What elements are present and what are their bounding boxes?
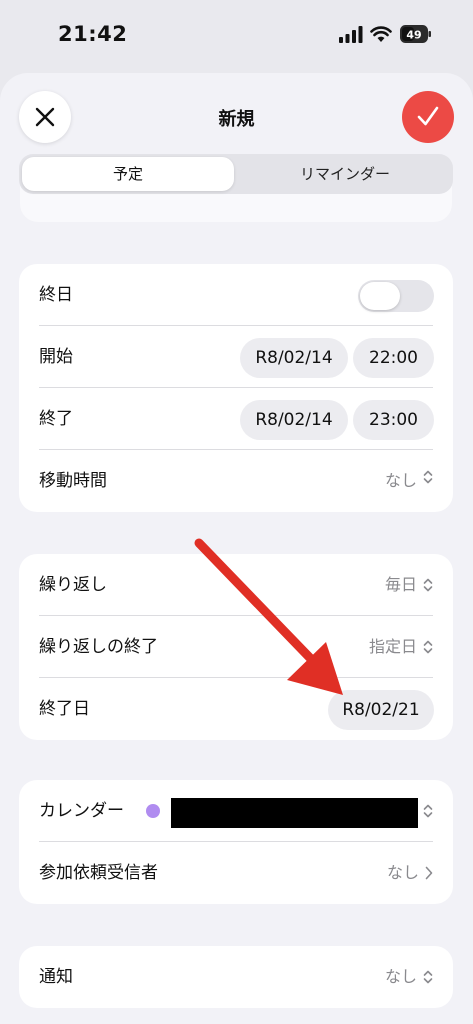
end-date-button[interactable]: R8/02/14 [240, 400, 348, 440]
alert-card: 通知 なし [19, 946, 453, 1008]
end-date-row: 終了日 R8/02/21 [19, 678, 453, 740]
repeat-end-row[interactable]: 繰り返しの終了 指定日 [19, 616, 453, 678]
end-date-label: 終了日 [39, 699, 90, 719]
wifi-icon [370, 26, 392, 42]
allday-label: 終日 [39, 285, 73, 305]
segment-event[interactable]: 予定 [22, 157, 234, 191]
repeat-card: 繰り返し 毎日 繰り返しの終了 指定日 終了日 R8/02/21 [19, 554, 453, 740]
repeat-end-text: 指定日 [368, 637, 417, 656]
calendar-label: カレンダー [39, 801, 124, 821]
calendar-row[interactable]: カレンダー [19, 780, 453, 842]
travel-time-text: なし [384, 471, 417, 490]
repeat-end-label: 繰り返しの終了 [39, 637, 158, 657]
calendar-card: カレンダー 参加依頼受信者 なし [19, 780, 453, 904]
repeat-row[interactable]: 繰り返し 毎日 [19, 554, 453, 616]
allday-toggle[interactable] [358, 280, 434, 312]
chevron-up-down-icon [423, 970, 433, 984]
status-bar: 21:42 49 [0, 0, 473, 70]
repeat-label: 繰り返し [39, 575, 107, 595]
chevron-up-down-icon [423, 804, 433, 818]
repeat-value[interactable]: 毎日 [385, 554, 433, 616]
alert-row[interactable]: 通知 なし [19, 946, 453, 1008]
chevron-up-down-icon [423, 578, 433, 592]
end-label: 終了 [39, 409, 73, 429]
start-date-button[interactable]: R8/02/14 [240, 338, 348, 378]
invitees-text: なし [386, 863, 419, 882]
allday-row: 終日 [19, 264, 453, 326]
redacted-calendar-name [171, 798, 418, 828]
alert-label: 通知 [39, 967, 73, 987]
datetime-card: 終日 開始 R8/02/14 22:00 終了 R8/02/14 23:00 移… [19, 264, 453, 512]
battery-level: 49 [406, 29, 421, 42]
cellular-signal-icon [339, 26, 363, 43]
alert-text: なし [384, 967, 417, 986]
start-row: 開始 R8/02/14 22:00 [19, 326, 453, 388]
alert-value[interactable]: なし [385, 946, 433, 1008]
start-label: 開始 [39, 347, 73, 367]
done-button[interactable] [402, 91, 454, 143]
chevron-right-icon [425, 866, 433, 880]
chevron-up-down-icon [423, 450, 433, 512]
end-time-button[interactable]: 23:00 [353, 400, 434, 440]
end-date-value-button[interactable]: R8/02/21 [328, 690, 434, 730]
travel-time-value[interactable]: なし [385, 450, 433, 512]
chevron-up-down-icon [423, 640, 433, 654]
type-segmented-control: 予定 リマインダー [19, 154, 453, 194]
end-row: 終了 R8/02/14 23:00 [19, 388, 453, 450]
repeat-text: 毎日 [384, 575, 417, 594]
battery-icon: 49 [400, 25, 431, 43]
toggle-knob [360, 282, 400, 310]
status-time: 21:42 [58, 22, 128, 46]
segment-reminder[interactable]: リマインダー [239, 157, 451, 191]
travel-time-row[interactable]: 移動時間 なし [19, 450, 453, 512]
invitees-row[interactable]: 参加依頼受信者 なし [19, 842, 453, 904]
checkmark-icon [417, 106, 439, 126]
invitees-label: 参加依頼受信者 [39, 863, 158, 883]
invitees-value[interactable]: なし [387, 842, 433, 904]
repeat-end-value[interactable]: 指定日 [369, 616, 433, 678]
calendar-color-dot [146, 804, 160, 818]
travel-time-label: 移動時間 [39, 471, 107, 491]
start-time-button[interactable]: 22:00 [353, 338, 434, 378]
